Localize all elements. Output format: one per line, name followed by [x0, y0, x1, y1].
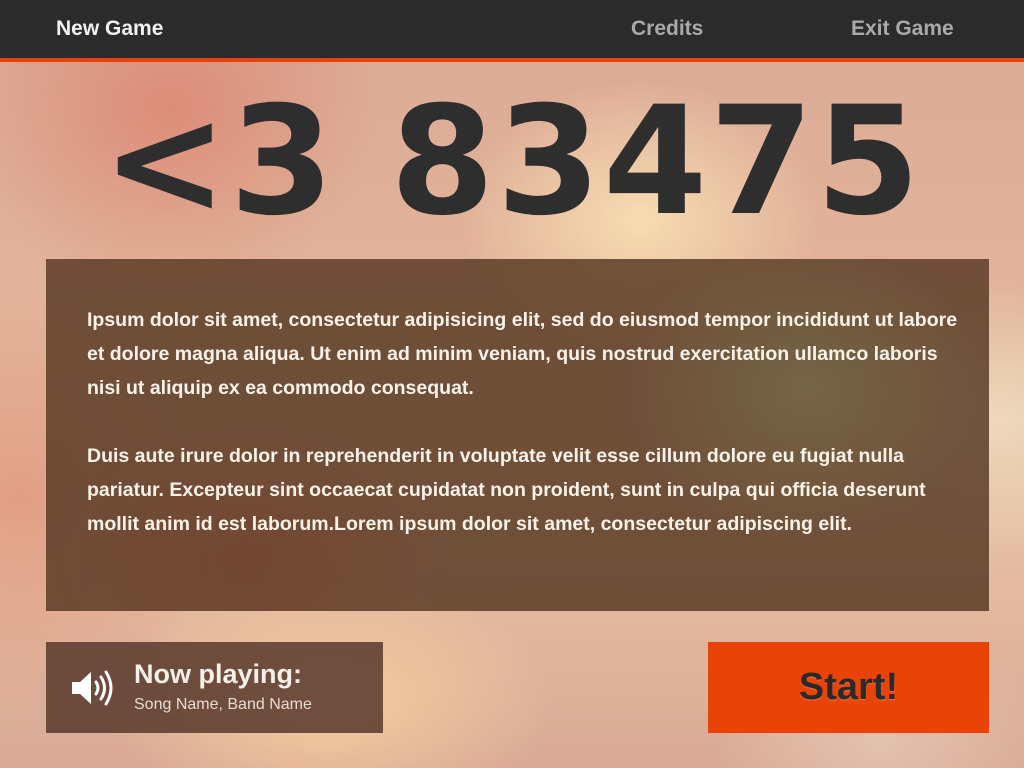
score-display: <3 83475	[101, 75, 923, 249]
description-paragraph-1: Ipsum dolor sit amet, consectetur adipis…	[87, 309, 958, 399]
description-paragraph-2: Duis aute irure dolor in reprehenderit i…	[87, 445, 926, 535]
now-playing-song: Song Name, Band Name	[134, 696, 312, 713]
start-button[interactable]: Start!	[708, 642, 989, 733]
exit-game-link[interactable]: Exit Game	[851, 17, 954, 41]
description-panel: Ipsum dolor sit amet, consectetur adipis…	[46, 259, 989, 611]
new-game-link[interactable]: New Game	[56, 17, 163, 41]
now-playing-title: Now playing:	[134, 659, 302, 689]
top-nav-bar: New Game Credits Exit Game	[0, 0, 1024, 62]
credits-link[interactable]: Credits	[631, 17, 703, 41]
speaker-icon[interactable]	[70, 669, 116, 707]
now-playing-panel: Now playing: Song Name, Band Name	[46, 642, 383, 733]
